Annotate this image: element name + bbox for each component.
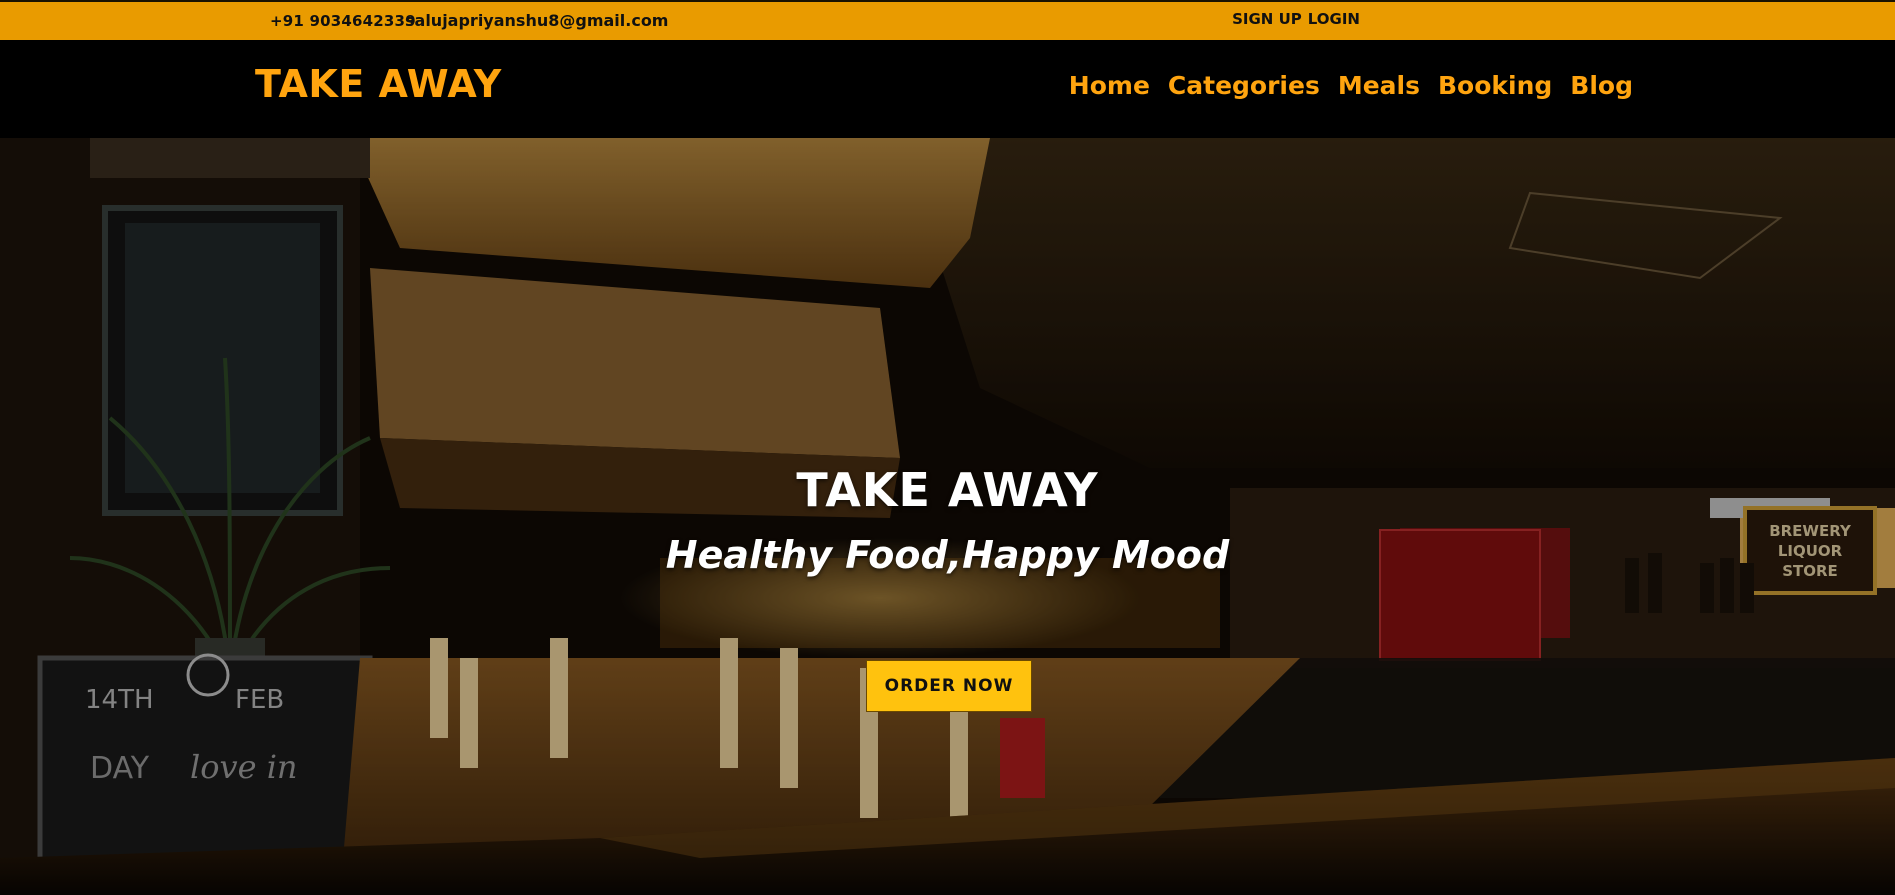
nav-home[interactable]: Home — [1069, 71, 1150, 100]
main-nav: Home Categories Meals Booking Blog — [1069, 71, 1633, 100]
nav-categories[interactable]: Categories — [1168, 71, 1320, 100]
signup-link[interactable]: SIGN UP — [1232, 10, 1302, 28]
nav-booking[interactable]: Booking — [1438, 71, 1552, 100]
nav-blog[interactable]: Blog — [1570, 71, 1633, 100]
email-address: salujapriyanshu8@gmail.com — [405, 11, 669, 30]
top-contact-bar: +91 9034642339 salujapriyanshu8@gmail.co… — [0, 0, 1895, 40]
hero-section: 14TH FEB DAY love in BREWERY LIQUOR STOR… — [0, 138, 1895, 895]
site-header: TAKE AWAY Home Categories Meals Booking … — [0, 40, 1895, 138]
site-logo[interactable]: TAKE AWAY — [255, 62, 502, 106]
auth-links: SIGN UP LOGIN — [1232, 10, 1360, 28]
nav-meals[interactable]: Meals — [1338, 71, 1420, 100]
login-link[interactable]: LOGIN — [1308, 10, 1360, 28]
order-now-button[interactable]: ORDER NOW — [866, 660, 1032, 712]
hero-subtitle: Healthy Food,Happy Mood — [665, 533, 1230, 577]
hero-title: TAKE AWAY — [796, 463, 1099, 517]
phone-number: +91 9034642339 — [270, 12, 416, 30]
